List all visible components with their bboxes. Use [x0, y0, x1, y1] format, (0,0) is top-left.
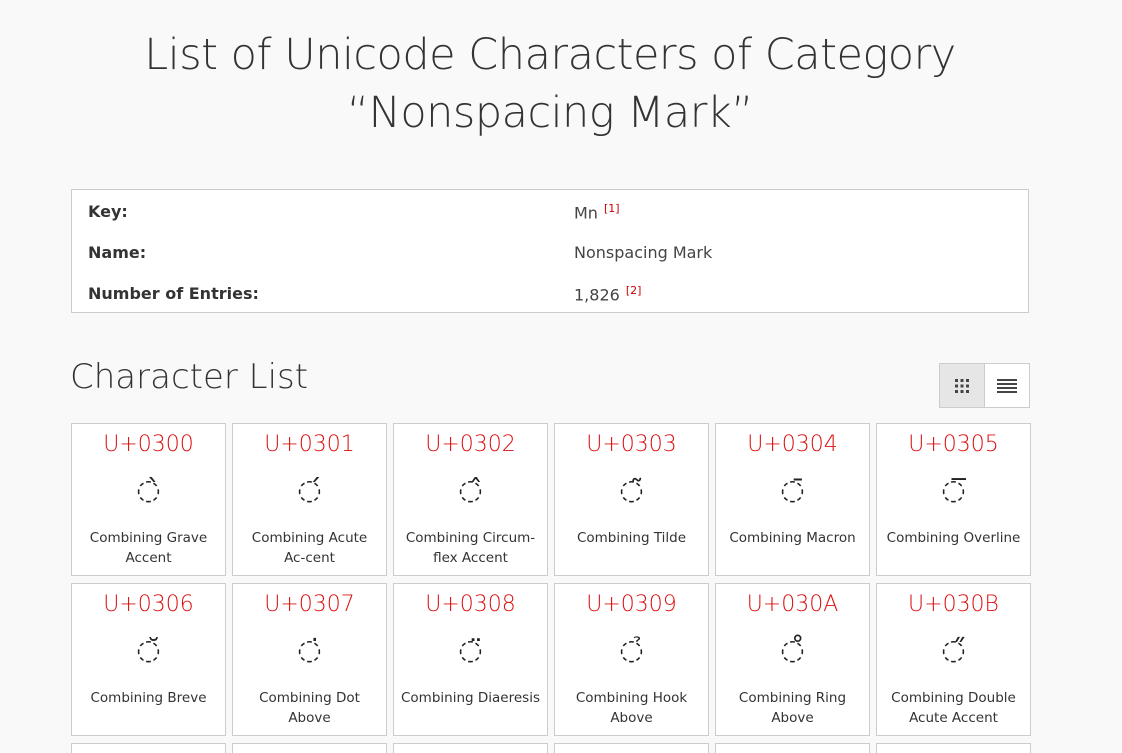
character-card-partial[interactable] — [554, 743, 709, 753]
next-row-partial — [71, 743, 1031, 753]
character-code: U+0304 — [747, 432, 838, 457]
character-name: Combining Overline — [886, 530, 1021, 546]
section-title: Character List — [70, 357, 309, 397]
character-code: U+0307 — [264, 592, 355, 617]
name-value: Nonspacing Mark — [574, 243, 713, 262]
character-grid: U+0300 ◌̀ Combining Grave Accent U+0301 … — [71, 423, 1031, 736]
character-name: Combining Macron — [729, 530, 856, 546]
character-glyph: ◌́ — [297, 473, 322, 506]
character-code: U+0301 — [264, 432, 355, 457]
character-name: Combining Circum-flex Accent — [405, 530, 536, 566]
character-glyph: ◌̄ — [780, 473, 805, 506]
character-glyph: ◌̃ — [619, 473, 644, 506]
character-name: Combining Ring Above — [738, 690, 847, 726]
view-toggle — [939, 363, 1030, 408]
grid-view-button[interactable] — [940, 364, 985, 407]
character-card[interactable]: U+030B ◌̋ Combining Double Acute Accent — [876, 583, 1031, 736]
character-card[interactable]: U+0303 ◌̃ Combining Tilde — [554, 423, 709, 576]
character-name: Combining Grave Accent — [89, 530, 208, 566]
character-glyph: ◌̈ — [458, 633, 483, 666]
character-glyph: ◌̋ — [941, 633, 966, 666]
character-code: U+0306 — [103, 592, 194, 617]
list-view-icon — [997, 378, 1017, 393]
character-glyph: ◌̊ — [780, 633, 805, 666]
character-code: U+0303 — [586, 432, 677, 457]
character-card-partial[interactable] — [876, 743, 1031, 753]
character-name: Combining Hook Above — [575, 690, 688, 726]
character-card[interactable]: U+0307 ◌̇ Combining Dot Above — [232, 583, 387, 736]
character-card-partial[interactable] — [71, 743, 226, 753]
character-card-partial[interactable] — [232, 743, 387, 753]
list-view-button[interactable] — [985, 364, 1029, 407]
name-label: Name: — [88, 243, 147, 262]
character-card[interactable]: U+030A ◌̊ Combining Ring Above — [715, 583, 870, 736]
character-glyph: ◌̆ — [136, 633, 161, 666]
character-name: Combining Dot Above — [259, 690, 360, 726]
entries-value-text: 1,826 — [574, 285, 620, 305]
character-code: U+0308 — [425, 592, 516, 617]
character-name: Combining Tilde — [576, 530, 687, 546]
character-card[interactable]: U+0306 ◌̆ Combining Breve — [71, 583, 226, 736]
character-card-partial[interactable] — [393, 743, 548, 753]
character-card[interactable]: U+0305 ◌̅ Combining Overline — [876, 423, 1031, 576]
character-code: U+0300 — [103, 432, 194, 457]
category-info-table: Key: Mn [1] Name: Nonspacing Mark Number … — [71, 189, 1029, 313]
character-glyph: ◌̇ — [297, 633, 322, 666]
key-ref-link[interactable]: [1] — [604, 202, 620, 215]
info-row-entries: Number of Entries: 1,826 [2] — [72, 274, 1028, 314]
entries-ref-link[interactable]: [2] — [626, 284, 642, 297]
info-row-name: Name: Nonspacing Mark — [72, 233, 1028, 273]
character-card[interactable]: U+0301 ◌́ Combining Acute Ac-cent — [232, 423, 387, 576]
page-title: List of Unicode Characters of Category “… — [0, 26, 1100, 142]
character-code: U+0305 — [908, 432, 999, 457]
character-card[interactable]: U+0300 ◌̀ Combining Grave Accent — [71, 423, 226, 576]
character-glyph: ◌̅ — [941, 473, 966, 506]
entries-value: 1,826 [2] — [574, 284, 641, 304]
character-card[interactable]: U+0308 ◌̈ Combining Diaeresis — [393, 583, 548, 736]
character-code: U+0302 — [425, 432, 516, 457]
page-title-line-1: List of Unicode Characters of Category — [144, 30, 956, 80]
character-card-partial[interactable] — [715, 743, 870, 753]
grid-view-icon — [955, 378, 969, 393]
entries-label: Number of Entries: — [88, 284, 259, 303]
character-card[interactable]: U+0309 ◌̉ Combining Hook Above — [554, 583, 709, 736]
character-name: Combining Double Acute Accent — [891, 690, 1016, 726]
character-name: Combining Diaeresis — [401, 690, 540, 706]
character-code: U+0309 — [586, 592, 677, 617]
character-name: Combining Breve — [90, 690, 207, 706]
character-glyph: ◌̂ — [458, 473, 483, 506]
character-glyph: ◌̉ — [619, 633, 644, 666]
info-row-key: Key: Mn [1] — [72, 192, 1028, 232]
key-value: Mn [1] — [574, 202, 620, 222]
character-name: Combining Acute Ac-cent — [251, 530, 368, 566]
key-value-text: Mn — [574, 203, 598, 223]
page-title-line-2: “Nonspacing Mark” — [346, 88, 754, 138]
character-code: U+030A — [746, 592, 839, 617]
key-label: Key: — [88, 202, 128, 221]
character-glyph: ◌̀ — [136, 473, 161, 506]
character-card[interactable]: U+0304 ◌̄ Combining Macron — [715, 423, 870, 576]
character-card[interactable]: U+0302 ◌̂ Combining Circum-flex Accent — [393, 423, 548, 576]
character-code: U+030B — [908, 592, 999, 617]
